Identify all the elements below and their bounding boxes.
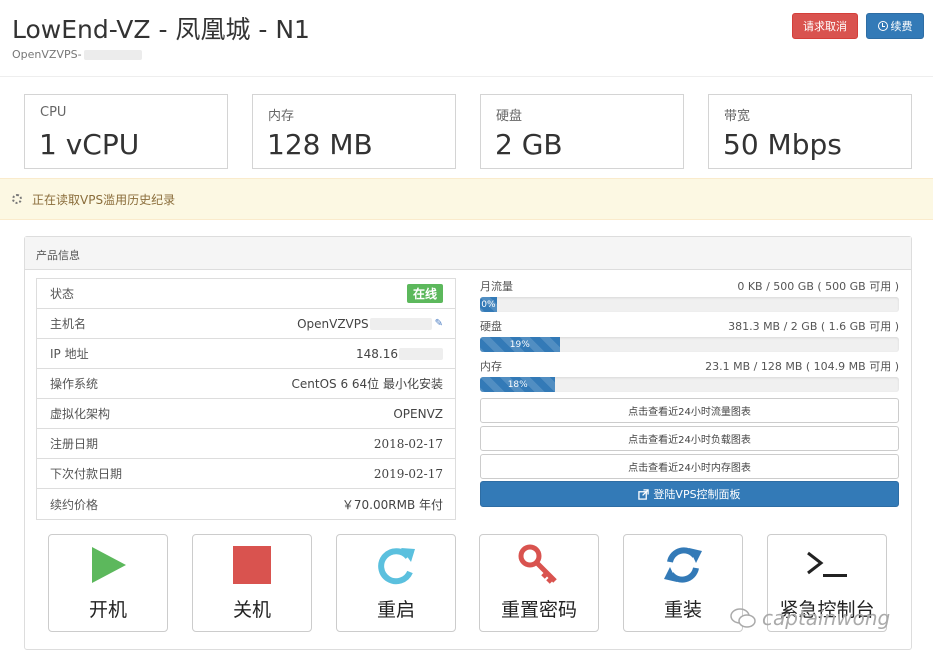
traffic-chart-button[interactable]: 点击查看近24小时流量图表 bbox=[480, 398, 899, 423]
progress-fill: 19% bbox=[480, 337, 560, 352]
hostname-value: OpenVZVPS bbox=[297, 316, 369, 331]
hostname-value-wrap: OpenVZVPS ✎ bbox=[297, 317, 443, 331]
action-label: 关机 bbox=[232, 599, 271, 621]
stop-button[interactable]: 关机 bbox=[192, 534, 312, 632]
ip-value-wrap: 148.16 bbox=[356, 347, 443, 361]
abuse-history-alert: 正在读取VPS滥用历史纪录 bbox=[0, 178, 933, 220]
status-badge: 在线 bbox=[406, 284, 443, 303]
progress-label: 0% bbox=[481, 299, 496, 310]
terminal-icon bbox=[807, 551, 847, 577]
divider bbox=[0, 76, 933, 77]
info-key: 注册日期 bbox=[50, 437, 99, 451]
subtitle-text: OpenVZVPS- bbox=[12, 48, 82, 61]
spinner-icon bbox=[12, 194, 22, 204]
stat-card-cpu: CPU 1 vCPU bbox=[24, 94, 228, 169]
stat-card-memory: 内存 128 MB bbox=[252, 94, 456, 169]
restart-button[interactable]: 重启 bbox=[336, 534, 456, 632]
panel-title: 产品信息 bbox=[25, 237, 911, 270]
load-chart-button[interactable]: 点击查看近24小时负载图表 bbox=[480, 426, 899, 451]
progress-label: 18% bbox=[507, 379, 528, 390]
progress-label: 19% bbox=[509, 339, 530, 350]
redacted-mask bbox=[369, 317, 432, 330]
redacted-mask bbox=[83, 49, 142, 60]
stat-label: 硬盘 bbox=[496, 109, 523, 124]
info-row-registration-date: 注册日期 2018-02-17 bbox=[37, 429, 455, 459]
edit-icon[interactable]: ✎ bbox=[435, 318, 443, 329]
info-key: 主机名 bbox=[50, 317, 87, 331]
action-label: 开机 bbox=[88, 599, 127, 621]
virtualization-value: OPENVZ bbox=[393, 406, 443, 421]
usage-memory: 内存 23.1 MB / 128 MB ( 104.9 MB 可用 ) 18% bbox=[480, 358, 899, 392]
start-button[interactable]: 开机 bbox=[48, 534, 168, 632]
redacted-mask bbox=[399, 347, 443, 360]
stat-label: 内存 bbox=[268, 109, 295, 124]
progress-bar: 18% bbox=[480, 377, 899, 392]
stat-value: 2 GB bbox=[495, 128, 563, 161]
info-key: 操作系统 bbox=[50, 377, 99, 391]
action-label: 重置密码 bbox=[500, 599, 577, 621]
login-control-panel-button[interactable]: 登陆VPS控制面板 bbox=[480, 481, 899, 507]
usage-detail: 23.1 MB / 128 MB ( 104.9 MB 可用 ) bbox=[705, 360, 899, 373]
memory-chart-button[interactable]: 点击查看近24小时内存图表 bbox=[480, 454, 899, 479]
usage-label: 月流量 bbox=[480, 280, 513, 293]
reset-password-button[interactable]: 重置密码 bbox=[479, 534, 599, 632]
usage-detail: 0 KB / 500 GB ( 500 GB 可用 ) bbox=[737, 280, 899, 293]
usage-detail: 381.3 MB / 2 GB ( 1.6 GB 可用 ) bbox=[728, 320, 899, 333]
watermark-text: captainwong bbox=[762, 606, 891, 630]
request-cancel-button[interactable]: 请求取消 bbox=[792, 13, 858, 39]
info-key: IP 地址 bbox=[50, 347, 89, 361]
usage-label: 硬盘 bbox=[480, 320, 502, 333]
alert-text: 正在读取VPS滥用历史纪录 bbox=[32, 192, 176, 207]
stop-icon bbox=[233, 546, 271, 584]
info-row-os: 操作系统 CentOS 6 64位 最小化安装 bbox=[37, 369, 455, 399]
login-label: 登陆VPS控制面板 bbox=[653, 488, 741, 501]
usage-disk: 硬盘 381.3 MB / 2 GB ( 1.6 GB 可用 ) 19% bbox=[480, 318, 899, 352]
progress-fill: 0% bbox=[480, 297, 497, 312]
stat-value: 50 Mbps bbox=[723, 128, 842, 161]
renew-label: 续费 bbox=[890, 20, 913, 33]
info-key: 续约价格 bbox=[50, 497, 99, 512]
info-key: 虚拟化架构 bbox=[50, 407, 111, 421]
stat-card-bandwidth: 带宽 50 Mbps bbox=[708, 94, 912, 169]
usage-label: 内存 bbox=[480, 360, 502, 373]
progress-bar: 0% bbox=[480, 297, 899, 312]
stat-card-disk: 硬盘 2 GB bbox=[480, 94, 684, 169]
info-row-hostname: 主机名 OpenVZVPS ✎ bbox=[37, 309, 455, 339]
reinstall-button[interactable]: 重装 bbox=[623, 534, 743, 632]
info-key: 下次付款日期 bbox=[50, 467, 123, 481]
os-value: CentOS 6 64位 最小化安装 bbox=[291, 377, 443, 391]
sync-icon bbox=[664, 547, 702, 583]
key-icon bbox=[518, 544, 557, 584]
watermark: captainwong bbox=[730, 606, 890, 630]
info-row-status: 状态 在线 bbox=[37, 279, 455, 309]
usage-traffic: 月流量 0 KB / 500 GB ( 500 GB 可用 ) 0% bbox=[480, 278, 899, 312]
action-label: 重装 bbox=[663, 599, 702, 621]
action-label: 重启 bbox=[376, 599, 415, 621]
progress-bar: 19% bbox=[480, 337, 899, 352]
refresh-icon bbox=[378, 548, 415, 585]
wechat-icon bbox=[730, 608, 756, 628]
stat-label: 带宽 bbox=[724, 109, 751, 124]
info-row-renewal-price: 续约价格 ￥70.00RMB 年付 bbox=[37, 489, 455, 519]
page: LowEnd-VZ - 凤凰城 - N1 OpenVZVPS- 请求取消 续费 … bbox=[0, 0, 933, 661]
external-link-icon bbox=[638, 488, 650, 500]
play-icon bbox=[92, 547, 126, 583]
renew-button[interactable]: 续费 bbox=[866, 13, 924, 39]
page-subtitle: OpenVZVPS- bbox=[12, 48, 142, 61]
stat-value: 128 MB bbox=[267, 128, 373, 161]
renewal-price-value: ￥70.00RMB 年付 bbox=[341, 497, 443, 512]
info-table: 状态 在线 主机名 OpenVZVPS ✎ IP 地址 148.16 操作系统 … bbox=[36, 278, 456, 520]
info-row-next-due-date: 下次付款日期 2019-02-17 bbox=[37, 459, 455, 489]
ip-value: 148.16 bbox=[356, 346, 398, 361]
info-key: 状态 bbox=[50, 287, 75, 301]
stat-label: CPU bbox=[40, 105, 67, 120]
progress-fill: 18% bbox=[480, 377, 556, 392]
page-title: LowEnd-VZ - 凤凰城 - N1 bbox=[12, 15, 310, 44]
clock-icon bbox=[877, 21, 888, 31]
stat-value: 1 vCPU bbox=[39, 128, 140, 161]
info-row-ip: IP 地址 148.16 bbox=[37, 339, 455, 369]
registration-date-value: 2018-02-17 bbox=[373, 436, 443, 451]
next-due-date-value: 2019-02-17 bbox=[373, 466, 443, 481]
info-row-virtualization: 虚拟化架构 OPENVZ bbox=[37, 399, 455, 429]
